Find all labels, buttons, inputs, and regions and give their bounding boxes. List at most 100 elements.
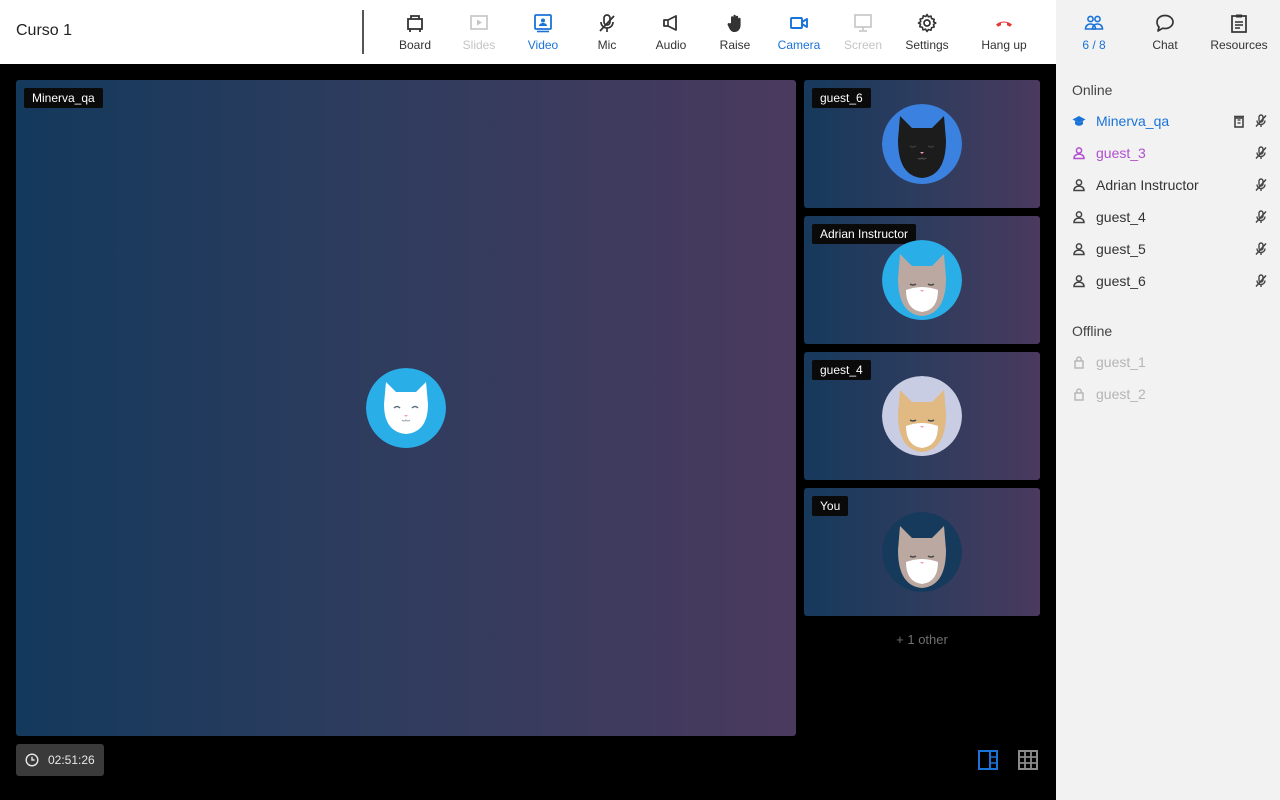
- tile-avatar: [882, 240, 962, 320]
- top-toolbar: Curso 1 Board Slides Video Mic Audio Rai…: [0, 0, 1056, 64]
- video-tile-adrian-instructor[interactable]: Adrian Instructor: [804, 216, 1040, 344]
- camera-label: Camera: [777, 38, 821, 52]
- settings-button[interactable]: Settings: [903, 0, 951, 64]
- more-participants-link[interactable]: + 1 other: [804, 632, 1040, 647]
- audio-label: Audio: [655, 38, 687, 52]
- timer-value: 02:51:26: [48, 753, 95, 767]
- mic-off-icon[interactable]: [1254, 178, 1268, 192]
- participant-guest-1[interactable]: guest_1: [1072, 351, 1268, 373]
- board-label: Board: [398, 38, 432, 52]
- resources-label: Resources: [1210, 38, 1268, 52]
- raise-label: Raise: [719, 38, 751, 52]
- video-icon: [534, 14, 552, 33]
- participant-guest-6[interactable]: guest_6: [1072, 270, 1268, 292]
- participant-name: guest_5: [1096, 241, 1146, 257]
- participant-name: Adrian Instructor: [1096, 177, 1199, 193]
- tile-name-tag: guest_4: [812, 360, 871, 380]
- slides-button[interactable]: Slides: [461, 0, 497, 64]
- tab-people[interactable]: 6 / 8: [1078, 0, 1110, 64]
- person-icon: [1072, 210, 1086, 224]
- board-button[interactable]: Board: [399, 0, 431, 64]
- graduation-cap-icon: [1072, 114, 1086, 128]
- cat-avatar-icon: [882, 376, 962, 456]
- video-tile-guest-4[interactable]: guest_4: [804, 352, 1040, 480]
- people-icon: [1084, 15, 1104, 30]
- chat-label: Chat: [1152, 38, 1178, 52]
- lock-icon: [1072, 387, 1086, 401]
- participants-panel: 6 / 8 Chat Resources Online Minerva_qa g…: [1056, 0, 1280, 800]
- chat-bubble-icon: [1156, 14, 1174, 32]
- main-video-tile[interactable]: Minerva_qa: [16, 80, 796, 736]
- camera-icon: [790, 17, 808, 29]
- participant-name: guest_6: [1096, 273, 1146, 289]
- video-tile-you[interactable]: You: [804, 488, 1040, 616]
- lock-icon: [1072, 355, 1086, 369]
- toolbar-divider: [362, 10, 364, 54]
- video-button[interactable]: Video: [526, 0, 560, 64]
- course-title: Curso 1: [16, 22, 73, 39]
- gear-icon: [917, 13, 937, 33]
- hang-up-button[interactable]: Hang up: [979, 0, 1029, 64]
- grid-layout-icon: [1018, 750, 1038, 770]
- participant-guest-4[interactable]: guest_4: [1072, 206, 1268, 228]
- board-icon: [407, 15, 423, 32]
- participant-minerva-qa[interactable]: Minerva_qa: [1072, 110, 1268, 132]
- person-icon: [1072, 178, 1086, 192]
- trash-icon[interactable]: [1232, 114, 1246, 128]
- participant-adrian-instructor[interactable]: Adrian Instructor: [1072, 174, 1268, 196]
- person-icon: [1072, 274, 1086, 288]
- mic-label: Mic: [597, 38, 617, 52]
- participant-name: guest_1: [1096, 354, 1146, 370]
- mic-off-icon[interactable]: [1254, 146, 1268, 160]
- tile-name-tag: Adrian Instructor: [812, 224, 917, 244]
- tab-resources[interactable]: Resources: [1210, 0, 1268, 64]
- session-timer: 02:51:26: [16, 744, 104, 776]
- screen-share-button[interactable]: Screen: [843, 0, 883, 64]
- camera-button[interactable]: Camera: [776, 0, 822, 64]
- tile-name-tag: guest_6: [812, 88, 871, 108]
- raise-hand-button[interactable]: Raise: [719, 0, 751, 64]
- mic-button[interactable]: Mic: [595, 0, 619, 64]
- classroom-app: Curso 1 Board Slides Video Mic Audio Rai…: [0, 0, 1280, 800]
- video-label: Video: [527, 38, 559, 52]
- participant-guest-5[interactable]: guest_5: [1072, 238, 1268, 260]
- side-tabs: 6 / 8 Chat Resources: [1056, 0, 1280, 64]
- cat-avatar-icon: [366, 368, 446, 448]
- monitor-icon: [854, 14, 872, 32]
- participant-guest-3[interactable]: guest_3: [1072, 142, 1268, 164]
- clock-icon: [25, 753, 39, 767]
- phone-hangup-icon: [996, 21, 1012, 27]
- hand-icon: [727, 14, 741, 32]
- tile-name-tag: You: [812, 496, 849, 516]
- tab-chat[interactable]: Chat: [1150, 0, 1180, 64]
- clipboard-icon: [1231, 14, 1247, 33]
- layout-grid-button[interactable]: [1016, 748, 1040, 772]
- people-count: 6 / 8: [1082, 38, 1106, 52]
- person-icon: [1072, 242, 1086, 256]
- cat-avatar-icon: [882, 512, 962, 592]
- hang-up-label: Hang up: [981, 38, 1027, 52]
- video-tile-guest-6[interactable]: guest_6: [804, 80, 1040, 208]
- mic-off-icon[interactable]: [1254, 210, 1268, 224]
- audio-button[interactable]: Audio: [654, 0, 688, 64]
- participant-name: guest_4: [1096, 209, 1146, 225]
- participant-name: guest_3: [1096, 145, 1146, 161]
- participant-name: Minerva_qa: [1096, 113, 1170, 129]
- mic-off-icon: [599, 14, 615, 32]
- main-video-avatar: [366, 368, 446, 448]
- settings-label: Settings: [905, 38, 949, 52]
- mic-off-icon[interactable]: [1254, 114, 1268, 128]
- sidebar-layout-icon: [978, 750, 998, 770]
- participant-guest-2[interactable]: guest_2: [1072, 383, 1268, 405]
- offline-section-title: Offline: [1072, 323, 1113, 339]
- mic-off-icon[interactable]: [1254, 274, 1268, 288]
- tile-avatar: [882, 104, 962, 184]
- cat-avatar-icon: [882, 104, 962, 184]
- layout-sidebar-button[interactable]: [976, 748, 1000, 772]
- tile-avatar: [882, 376, 962, 456]
- mic-off-icon[interactable]: [1254, 242, 1268, 256]
- speaker-icon: [663, 15, 677, 31]
- participant-name: guest_2: [1096, 386, 1146, 402]
- slides-icon: [470, 15, 488, 30]
- slides-label: Slides: [462, 38, 496, 52]
